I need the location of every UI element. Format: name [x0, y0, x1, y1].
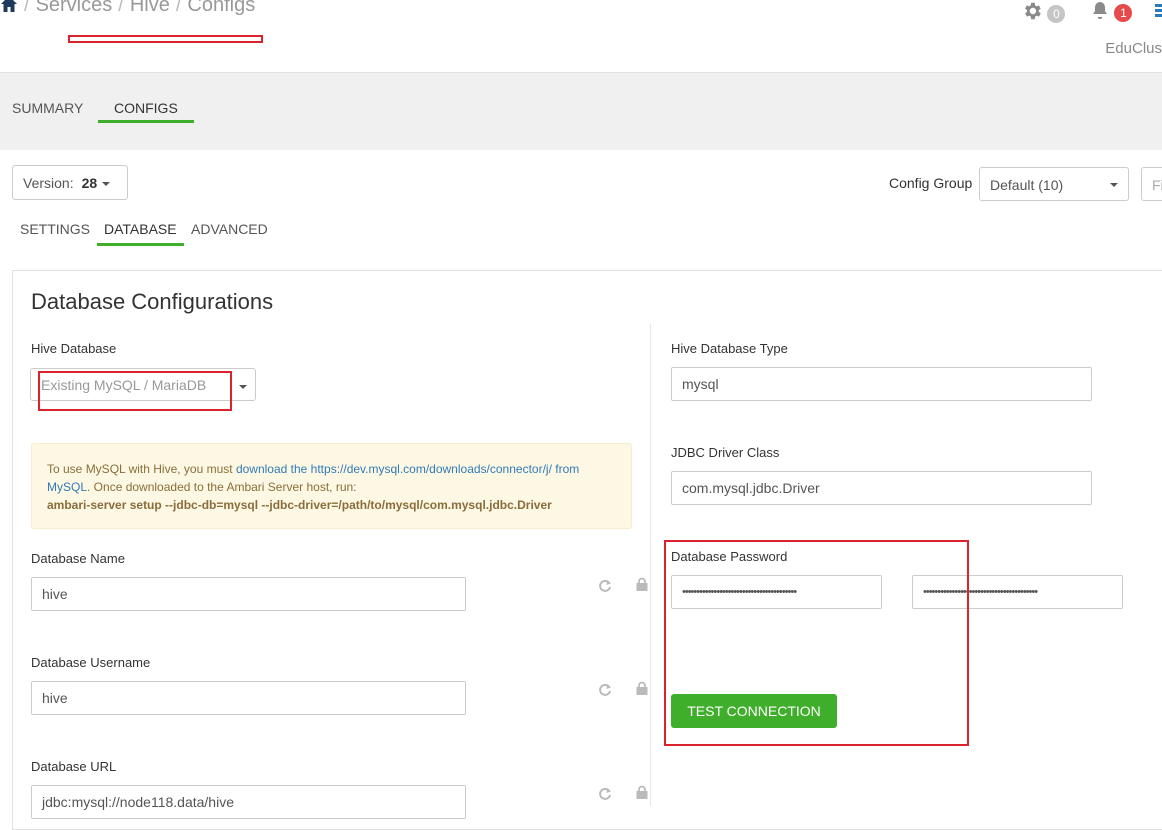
database-name-input[interactable]: hive [31, 577, 466, 611]
tab-settings[interactable]: SETTINGS [20, 221, 90, 237]
alert-text: To use MySQL with Hive, you must [47, 462, 236, 476]
database-username-label: Database Username [31, 655, 151, 670]
caret-down-icon [1110, 183, 1118, 187]
database-config-panel [12, 270, 1162, 830]
tab-database[interactable]: DATABASE [97, 221, 184, 246]
annotation-highlight-box [68, 35, 263, 43]
database-username-input[interactable]: hive [31, 681, 466, 715]
jdbc-driver-class-label: JDBC Driver Class [671, 445, 780, 460]
setup-command: ambari-server setup --jdbc-db=mysql --jd… [47, 498, 552, 512]
alerts-button[interactable]: 0 [1021, 0, 1066, 23]
notifications-button[interactable]: 1 [1090, 0, 1133, 22]
hive-database-type-input[interactable]: mysql [671, 367, 1092, 401]
database-url-input[interactable]: jdbc:mysql://node118.data/hive [31, 785, 466, 819]
home-icon[interactable] [0, 0, 18, 19]
menu-icon[interactable] [1155, 4, 1162, 23]
mysql-driver-alert: To use MySQL with Hive, you must downloa… [31, 443, 632, 529]
bell-icon [1090, 2, 1114, 21]
tab-summary[interactable]: SUMMARY [12, 100, 83, 116]
lock-icon[interactable] [635, 681, 649, 700]
alerts-count-badge: 0 [1047, 5, 1066, 23]
gear-icon [1021, 2, 1047, 22]
tab-configs[interactable]: CONFIGS [98, 100, 194, 123]
hive-database-label: Hive Database [31, 341, 117, 356]
alert-text-2: . Once downloaded to the Ambari Server h… [87, 480, 357, 494]
version-dropdown[interactable]: Version: 28 [12, 165, 128, 200]
panel-title: Database Configurations [31, 289, 274, 314]
config-group-select[interactable]: Default (10) [979, 167, 1129, 201]
annotation-highlight-box [38, 371, 232, 411]
hive-database-type-label: Hive Database Type [671, 341, 788, 356]
lock-icon[interactable] [635, 785, 649, 804]
refresh-icon[interactable] [598, 579, 612, 598]
version-value: 28 [81, 175, 98, 191]
breadcrumb-configs: Configs [187, 0, 256, 16]
caret-down-icon [102, 182, 111, 187]
config-group-value: Default (10) [990, 177, 1064, 193]
caret-down-icon [239, 385, 247, 389]
refresh-icon[interactable] [598, 787, 612, 806]
breadcrumb: / Services / Hive / Configs [0, 0, 255, 19]
lock-icon[interactable] [635, 577, 649, 596]
database-name-label: Database Name [31, 551, 125, 566]
refresh-icon[interactable] [598, 683, 612, 702]
notifications-count-badge: 1 [1114, 4, 1133, 22]
tab-advanced[interactable]: ADVANCED [191, 221, 268, 237]
config-group-label: Config Group [889, 175, 973, 191]
breadcrumb-services[interactable]: Services [36, 0, 113, 16]
database-url-label: Database URL [31, 759, 117, 774]
version-label: Version: [23, 175, 74, 191]
column-divider [650, 324, 651, 806]
annotation-highlight-box [664, 540, 969, 746]
filter-input[interactable]: Fi [1141, 167, 1162, 201]
breadcrumb-hive[interactable]: Hive [130, 0, 170, 16]
jdbc-driver-class-input[interactable]: com.mysql.jdbc.Driver [671, 471, 1092, 505]
cluster-name[interactable]: EduClus [1105, 40, 1162, 57]
